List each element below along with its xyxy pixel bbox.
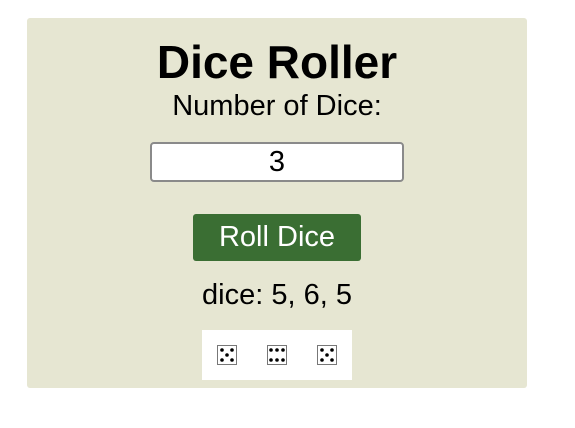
die-pip <box>330 348 334 352</box>
die-pip <box>269 358 273 362</box>
die-pip <box>230 358 234 362</box>
die-face-5-icon <box>217 345 237 365</box>
die-pip <box>320 358 324 362</box>
dice-faces-tray <box>202 330 352 380</box>
die-pip <box>320 348 324 352</box>
die-pip <box>275 358 279 362</box>
die-pip <box>275 348 279 352</box>
dice-roller-card: Dice Roller Number of Dice: Roll Dice di… <box>27 18 527 388</box>
die-pip <box>281 358 285 362</box>
page-title: Dice Roller <box>156 36 398 88</box>
die-pip <box>230 348 234 352</box>
die-pip <box>225 353 229 357</box>
die-face-6-icon <box>267 345 287 365</box>
number-of-dice-label: Number of Dice: <box>172 90 382 122</box>
die-pip <box>220 358 224 362</box>
die-pip <box>325 353 329 357</box>
dice-result-text: dice: 5, 6, 5 <box>202 279 352 311</box>
die-pip <box>281 348 285 352</box>
number-of-dice-input[interactable] <box>150 142 404 182</box>
die-pip <box>330 358 334 362</box>
die-pip <box>220 348 224 352</box>
roll-dice-button[interactable]: Roll Dice <box>193 214 361 261</box>
die-face-5-icon <box>317 345 337 365</box>
die-pip <box>269 348 273 352</box>
